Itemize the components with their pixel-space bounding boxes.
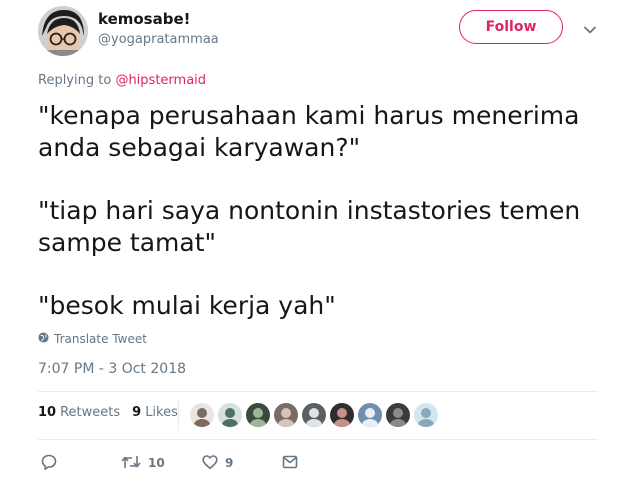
stats-separator [178, 400, 179, 430]
direct-message-button[interactable] [281, 452, 299, 474]
retweet-icon [120, 453, 142, 474]
liker-avatar[interactable] [330, 403, 354, 427]
avatar-image [38, 6, 88, 56]
tweet-paragraph: "tiap hari saya nontonin instastories te… [38, 196, 581, 257]
liker-avatar[interactable] [302, 403, 326, 427]
tweet-stats: 10 Retweets 9 Likes [38, 405, 190, 420]
reply-button[interactable] [40, 452, 64, 474]
tweet-text: "kenapa perusahaan kami harus menerima a… [38, 100, 598, 353]
reply-icon [40, 453, 58, 474]
divider [38, 439, 598, 440]
translate-tweet[interactable]: Translate Tweet [38, 332, 147, 346]
replying-to-prefix: Replying to [38, 73, 116, 88]
likes-stat[interactable]: 9 Likes [132, 405, 178, 420]
liker-avatar[interactable] [414, 403, 438, 427]
tweet-paragraph: "kenapa perusahaan kami harus menerima a… [38, 101, 580, 162]
globe-icon [38, 332, 49, 346]
mention-link[interactable]: @hipstermaid [115, 73, 206, 88]
retweet-button[interactable]: 10 [120, 452, 165, 474]
divider [38, 391, 598, 392]
tweet-timestamp[interactable]: 7:07 PM - 3 Oct 2018 [38, 361, 186, 377]
replying-to: Replying to @hipstermaid [38, 73, 206, 88]
like-count: 9 [225, 456, 234, 470]
translate-label: Translate Tweet [54, 332, 147, 346]
heart-icon [201, 453, 219, 474]
liker-avatar[interactable] [190, 403, 214, 427]
retweets-stat[interactable]: 10 Retweets [38, 405, 120, 420]
liker-avatar[interactable] [246, 403, 270, 427]
likes-label: Likes [145, 405, 178, 420]
envelope-icon [281, 453, 299, 474]
display-name[interactable]: kemosabe! [98, 10, 190, 28]
follow-button[interactable]: Follow [459, 10, 563, 44]
chevron-down-icon[interactable] [580, 20, 600, 40]
liker-avatar[interactable] [274, 403, 298, 427]
retweets-count: 10 [38, 405, 57, 420]
retweet-count: 10 [148, 456, 165, 470]
username[interactable]: @yogapratammaa [98, 32, 219, 47]
liker-avatar[interactable] [358, 403, 382, 427]
liker-avatar[interactable] [218, 403, 242, 427]
like-button[interactable]: 9 [201, 452, 233, 474]
likes-count: 9 [132, 405, 142, 420]
liker-avatars [190, 403, 438, 427]
liker-avatar[interactable] [386, 403, 410, 427]
retweets-label: Retweets [60, 405, 121, 420]
avatar[interactable] [38, 6, 88, 56]
tweet-paragraph: "besok mulai kerja yah" [38, 291, 336, 320]
